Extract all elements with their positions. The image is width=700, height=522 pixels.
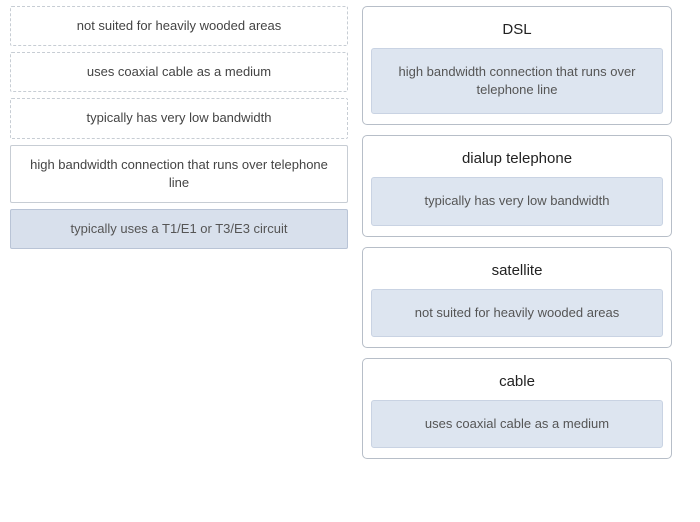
source-item-dragging[interactable]: typically uses a T1/E1 or T3/E3 circuit bbox=[10, 209, 348, 249]
source-item[interactable]: not suited for heavily wooded areas bbox=[10, 6, 348, 46]
target-title: cable bbox=[371, 367, 663, 400]
dropped-answer[interactable]: uses coaxial cable as a medium bbox=[371, 400, 663, 448]
target-title: DSL bbox=[371, 15, 663, 48]
drop-target-dialup[interactable]: dialup telephone typically has very low … bbox=[362, 135, 672, 236]
target-title: satellite bbox=[371, 256, 663, 289]
dropped-answer[interactable]: high bandwidth connection that runs over… bbox=[371, 48, 663, 114]
dropped-answer[interactable]: not suited for heavily wooded areas bbox=[371, 289, 663, 337]
target-title: dialup telephone bbox=[371, 144, 663, 177]
target-list: DSL high bandwidth connection that runs … bbox=[362, 6, 672, 459]
source-item[interactable]: high bandwidth connection that runs over… bbox=[10, 145, 348, 203]
matching-exercise: not suited for heavily wooded areas uses… bbox=[10, 6, 690, 459]
drop-target-cable[interactable]: cable uses coaxial cable as a medium bbox=[362, 358, 672, 459]
drop-target-satellite[interactable]: satellite not suited for heavily wooded … bbox=[362, 247, 672, 348]
drop-target-dsl[interactable]: DSL high bandwidth connection that runs … bbox=[362, 6, 672, 125]
source-list: not suited for heavily wooded areas uses… bbox=[10, 6, 348, 459]
source-item[interactable]: uses coaxial cable as a medium bbox=[10, 52, 348, 92]
dropped-answer[interactable]: typically has very low bandwidth bbox=[371, 177, 663, 225]
source-item[interactable]: typically has very low bandwidth bbox=[10, 98, 348, 138]
